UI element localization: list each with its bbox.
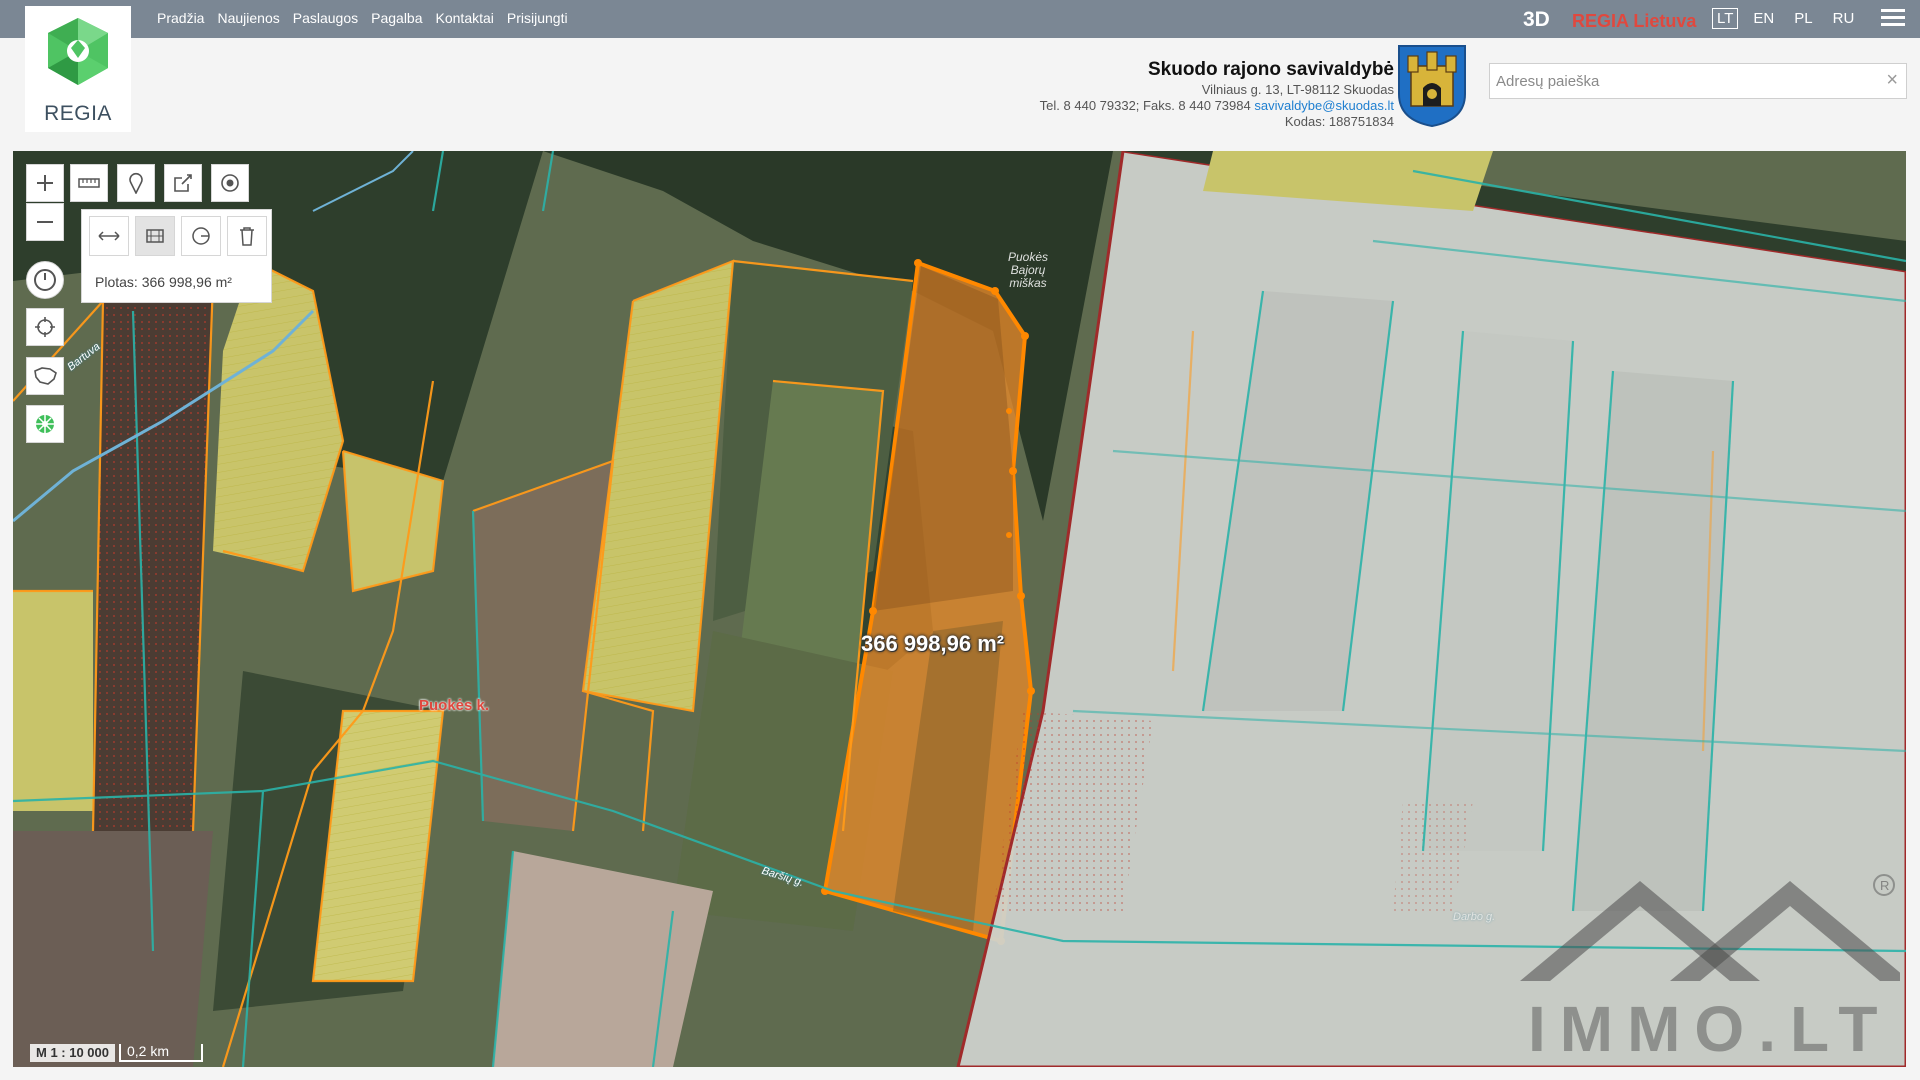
municipality-address: Vilniaus g. 13, LT-98112 Skuodas	[1201, 82, 1394, 97]
scale-ratio: M 1 : 10 000	[30, 1044, 115, 1062]
share-button[interactable]	[164, 164, 202, 202]
clock-icon	[34, 269, 56, 291]
area-measurement-label: 366 998,96 m²	[861, 631, 1005, 656]
regia-layers-icon	[36, 415, 54, 433]
map-pin-icon	[129, 172, 143, 194]
ruler-icon	[78, 178, 100, 188]
address-search: ×	[1489, 63, 1907, 99]
measurement-result: Plotas: 366 998,96 m²	[95, 274, 232, 290]
logo-text: REGIA	[44, 102, 112, 125]
village-label: Puokės k.	[419, 697, 490, 714]
marker-tool-button[interactable]	[117, 164, 155, 202]
regia-logo[interactable]: REGIA	[25, 6, 131, 132]
forest-label: Puokės Bajorų miškas	[1007, 250, 1049, 290]
scale-bar: 0,2 km	[119, 1044, 203, 1062]
municipality-info: Skuodo rajono savivaldybė Vilniaus g. 13…	[1040, 58, 1394, 130]
measure-area-icon	[146, 229, 164, 243]
map-viewport[interactable]: Puokės Bajorų miškas Bartuva Baršių g. D…	[13, 151, 1906, 1067]
map-scale: M 1 : 10 000 0,2 km	[30, 1044, 203, 1062]
nav-item-home[interactable]: Pradžia	[157, 10, 204, 26]
plus-icon	[37, 175, 53, 191]
top-navigation-bar: Pradžia Naujienos Paslaugos Pagalba Kont…	[0, 0, 1920, 38]
share-icon	[174, 174, 192, 192]
measure-distance-icon	[98, 231, 120, 241]
regia-lietuva-link[interactable]: REGIA Lietuva	[1572, 11, 1696, 32]
minus-icon	[37, 221, 53, 223]
history-button[interactable]	[26, 261, 64, 299]
gps-button[interactable]	[211, 164, 249, 202]
lang-pl[interactable]: PL	[1789, 8, 1817, 29]
municipality-contacts: Tel. 8 440 79332; Faks. 8 440 73984 savi…	[1040, 98, 1394, 114]
municipality-code: Kodas: 188751834	[1284, 114, 1394, 129]
main-nav: Pradžia Naujienos Paslaugos Pagalba Kont…	[157, 10, 581, 26]
target-icon	[221, 174, 239, 192]
measure-area-button[interactable]	[135, 216, 175, 256]
nav-item-login[interactable]: Prisijungti	[507, 10, 568, 26]
measure-tool-button[interactable]	[70, 164, 108, 202]
address-search-input[interactable]	[1490, 64, 1872, 98]
layers-button[interactable]	[26, 405, 64, 443]
clear-search-icon[interactable]: ×	[1886, 69, 1898, 92]
road-label-right: Darbo g.	[1453, 911, 1496, 923]
lithuania-map-icon	[34, 367, 57, 385]
measure-radius-icon	[192, 227, 210, 245]
municipality-phone: Tel. 8 440 79332; Faks. 8 440 73984	[1039, 98, 1251, 113]
svg-text:IMMO.LT: IMMO.LT	[1528, 993, 1891, 1061]
lang-lt[interactable]: LT	[1712, 8, 1739, 29]
svg-text:R: R	[1880, 878, 1889, 893]
zoom-out-button[interactable]	[26, 203, 64, 241]
lang-ru[interactable]: RU	[1828, 8, 1860, 29]
language-switcher: LT EN PL RU	[1712, 8, 1869, 29]
immo-watermark-logo: R IMMO.LT	[1520, 874, 1900, 1061]
regia-logo-icon	[48, 18, 108, 85]
crosshair-icon	[35, 317, 55, 337]
municipality-email-link[interactable]: savivaldybe@skuodas.lt	[1254, 98, 1394, 113]
hamburger-menu-icon[interactable]	[1881, 9, 1905, 29]
measure-radius-button[interactable]	[181, 216, 221, 256]
country-extent-button[interactable]	[26, 357, 64, 395]
zoom-in-button[interactable]	[26, 164, 64, 202]
nav-item-contacts[interactable]: Kontaktai	[436, 10, 494, 26]
delete-measurement-button[interactable]	[227, 216, 267, 256]
nav-item-help[interactable]: Pagalba	[371, 10, 422, 26]
measure-distance-button[interactable]	[89, 216, 129, 256]
municipality-name: Skuodo rajono savivaldybė	[1147, 59, 1394, 80]
3d-view-button[interactable]: 3D	[1523, 8, 1550, 32]
coat-of-arms-icon	[1398, 45, 1466, 128]
lang-en[interactable]: EN	[1748, 8, 1779, 29]
locate-button[interactable]	[26, 308, 64, 346]
trash-icon	[240, 227, 254, 246]
nav-item-news[interactable]: Naujienos	[217, 10, 279, 26]
nav-item-services[interactable]: Paslaugos	[293, 10, 358, 26]
